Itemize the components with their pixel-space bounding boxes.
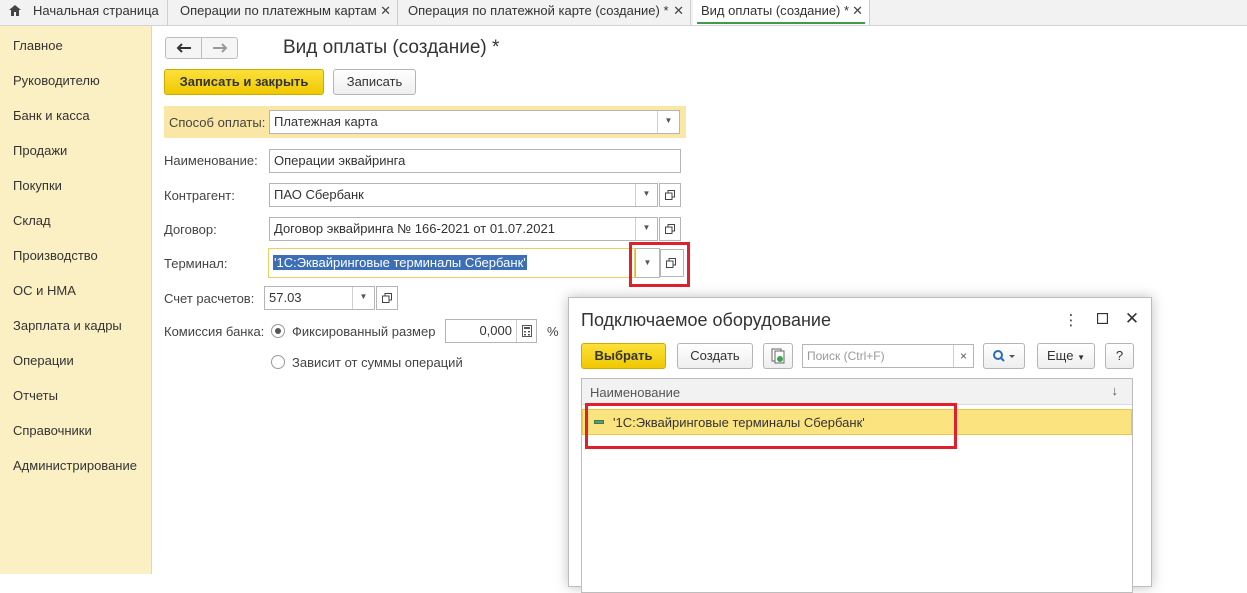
- counterparty-value: ПАО Сбербанк: [274, 187, 364, 202]
- commission-label: Комиссия банка:: [164, 324, 265, 339]
- tab-card-operation-create[interactable]: Операция по платежной карте (создание) *…: [400, 0, 691, 25]
- tab-label: Операция по платежной карте (создание) *: [408, 3, 669, 18]
- active-tab-indicator: [697, 22, 865, 24]
- name-label: Наименование:: [164, 153, 258, 168]
- tab-bar: Начальная страница Операции по платежным…: [0, 0, 1247, 26]
- more-options-icon[interactable]: ⋮: [1063, 311, 1079, 329]
- tab-payment-type-create[interactable]: Вид оплаты (создание) * ✕: [693, 0, 870, 25]
- create-button[interactable]: Создать: [677, 343, 753, 369]
- clear-search-icon[interactable]: ×: [953, 345, 973, 367]
- search-options-button[interactable]: [983, 343, 1025, 369]
- help-button[interactable]: ?: [1105, 343, 1134, 369]
- payment-method-label: Способ оплаты:: [169, 115, 266, 130]
- chevron-down-icon[interactable]: ▼: [635, 218, 657, 240]
- depends-on-amount-label: Зависит от суммы операций: [292, 355, 463, 370]
- search-placeholder: Поиск (Ctrl+F): [807, 349, 885, 363]
- contract-label: Договор:: [164, 222, 217, 237]
- annotation-frame: [629, 242, 690, 287]
- table-header: Наименование ↓: [582, 379, 1132, 405]
- back-button[interactable]: [165, 37, 202, 59]
- contract-value: Договор эквайринга № 166-2021 от 01.07.2…: [274, 221, 555, 236]
- calculator-icon[interactable]: [516, 320, 536, 342]
- more-button[interactable]: Еще ▼: [1037, 343, 1095, 369]
- tab-label: Операции по платежным картам: [180, 3, 377, 18]
- open-counterparty-button[interactable]: [659, 183, 681, 207]
- arrow-right-icon: [213, 43, 228, 53]
- terminal-value: '1С:Эквайринговые терминалы Сбербанк': [273, 255, 527, 270]
- dialog-title: Подключаемое оборудование: [581, 310, 831, 330]
- name-value: Операции эквайринга: [274, 153, 406, 168]
- copy-button[interactable]: [763, 343, 793, 369]
- contract-field[interactable]: Договор эквайринга № 166-2021 от 01.07.2…: [269, 217, 658, 241]
- close-icon[interactable]: ✕: [1124, 309, 1140, 329]
- chevron-down-icon[interactable]: ▼: [657, 111, 679, 133]
- commission-amount-field[interactable]: 0,000: [445, 319, 537, 343]
- search-icon: [993, 350, 1015, 362]
- sidebar-item-main[interactable]: Главное: [13, 38, 63, 53]
- account-label: Счет расчетов:: [164, 291, 255, 306]
- more-label: Еще: [1047, 348, 1074, 363]
- sidebar-item-bank[interactable]: Банк и касса: [13, 108, 90, 123]
- open-window-icon: [665, 224, 675, 234]
- forward-button[interactable]: [201, 37, 238, 59]
- column-header-name[interactable]: Наименование: [590, 385, 680, 400]
- sidebar-item-purchases[interactable]: Покупки: [13, 178, 62, 193]
- sidebar-item-payroll[interactable]: Зарплата и кадры: [13, 318, 122, 333]
- sidebar: Главное Руководителю Банк и касса Продаж…: [0, 26, 152, 574]
- radio-dot: [275, 328, 281, 334]
- open-window-icon: [665, 190, 675, 200]
- sidebar-item-production[interactable]: Производство: [13, 248, 98, 263]
- commission-amount-value: 0,000: [479, 323, 512, 338]
- tab-label: Вид оплаты (создание) *: [701, 3, 850, 18]
- tab-card-operations[interactable]: Операции по платежным картам ✕: [172, 0, 398, 25]
- sidebar-item-manager[interactable]: Руководителю: [13, 73, 100, 88]
- open-account-button[interactable]: [376, 286, 398, 310]
- sidebar-item-operations[interactable]: Операции: [13, 353, 74, 368]
- account-field[interactable]: 57.03 ▼: [264, 286, 375, 310]
- close-icon[interactable]: ✕: [380, 0, 391, 22]
- chevron-down-icon[interactable]: ▼: [352, 287, 374, 309]
- sort-arrow-icon[interactable]: ↓: [1112, 383, 1119, 398]
- chevron-down-icon[interactable]: ▼: [635, 184, 657, 206]
- open-contract-button[interactable]: [659, 217, 681, 241]
- counterparty-field[interactable]: ПАО Сбербанк ▼: [269, 183, 658, 207]
- save-button[interactable]: Записать: [333, 69, 416, 95]
- percent-label: %: [547, 324, 559, 339]
- copy-document-icon: [771, 348, 785, 364]
- payment-method-select[interactable]: Платежная карта ▼: [269, 110, 680, 134]
- sidebar-item-assets[interactable]: ОС и НМА: [13, 283, 76, 298]
- sidebar-item-warehouse[interactable]: Склад: [13, 213, 51, 228]
- close-icon[interactable]: ✕: [852, 0, 863, 22]
- account-value: 57.03: [269, 290, 302, 305]
- terminal-field[interactable]: '1С:Эквайринговые терминалы Сбербанк': [268, 248, 635, 278]
- fixed-amount-radio[interactable]: [271, 324, 285, 338]
- counterparty-label: Контрагент:: [164, 188, 235, 203]
- sidebar-item-catalogs[interactable]: Справочники: [13, 423, 92, 438]
- terminal-label: Терминал:: [164, 256, 228, 271]
- sidebar-item-admin[interactable]: Администрирование: [13, 458, 137, 473]
- sidebar-item-sales[interactable]: Продажи: [13, 143, 67, 158]
- page-title: Вид оплаты (создание) *: [283, 37, 500, 58]
- payment-method-value: Платежная карта: [274, 114, 378, 129]
- home-icon: [9, 5, 21, 16]
- sidebar-item-reports[interactable]: Отчеты: [13, 388, 58, 403]
- annotation-frame: [585, 403, 957, 449]
- search-input[interactable]: Поиск (Ctrl+F) ×: [802, 344, 974, 368]
- tab-label: Начальная страница: [33, 3, 159, 18]
- select-button[interactable]: Выбрать: [581, 343, 666, 369]
- chevron-down-icon: ▼: [1077, 353, 1085, 362]
- save-and-close-button[interactable]: Записать и закрыть: [164, 69, 324, 95]
- tab-home[interactable]: Начальная страница: [0, 0, 168, 25]
- open-window-icon: [382, 293, 392, 303]
- name-field[interactable]: Операции эквайринга: [269, 149, 681, 173]
- depends-on-amount-radio[interactable]: [271, 355, 285, 369]
- close-icon[interactable]: ✕: [673, 0, 684, 22]
- maximize-icon[interactable]: [1094, 311, 1110, 328]
- arrow-left-icon: [176, 43, 191, 53]
- fixed-amount-label: Фиксированный размер: [292, 324, 436, 339]
